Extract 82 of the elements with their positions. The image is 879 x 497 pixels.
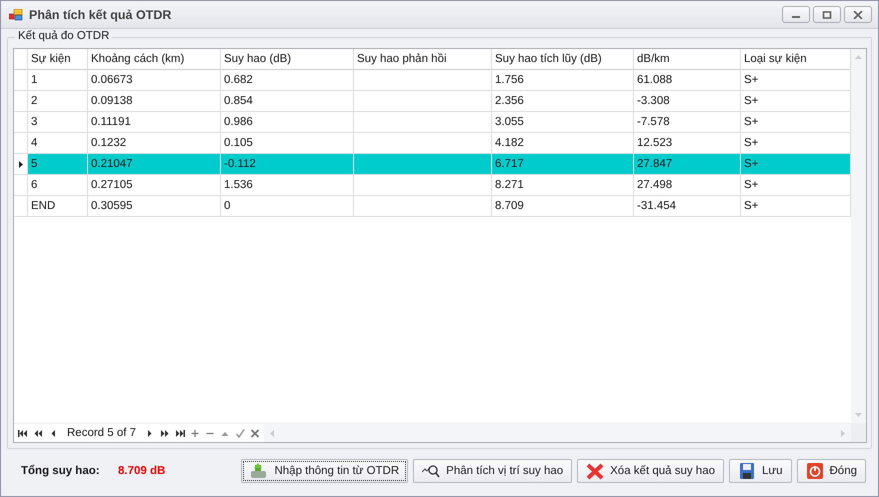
import-button[interactable]: Nhập thông tin từ OTDR <box>241 459 408 483</box>
record-counter: Record 5 of 7 <box>67 427 136 439</box>
table-cell: -0.112 <box>224 158 256 170</box>
save-button[interactable]: Lưu <box>729 459 792 483</box>
table-row[interactable]: END 0.30595 0 8.709 -31.454 S+ <box>14 196 851 217</box>
table-row[interactable]: 6 0.27105 1.536 8.271 27.498 S+ <box>14 175 851 196</box>
check-icon[interactable] <box>235 428 246 438</box>
table-cell: 0.986 <box>224 116 253 128</box>
app-icon <box>9 8 23 20</box>
close-button[interactable]: Đóng <box>796 459 866 483</box>
table-cell: 0.11191 <box>91 116 131 128</box>
column-header[interactable]: Suy hao (dB) <box>221 49 354 70</box>
table-cell: 0.27105 <box>91 179 133 191</box>
table-cell: 3 <box>31 116 38 128</box>
maximize-icon <box>822 10 832 18</box>
table-cell: S+ <box>744 137 758 149</box>
maximize-button[interactable] <box>813 6 841 23</box>
analyze-button[interactable]: Phân tích vị trí suy hao <box>413 459 572 483</box>
table-cell: 61.088 <box>637 74 672 86</box>
table-cell: -3.308 <box>637 95 670 107</box>
table-cell: 0.1232 <box>91 137 126 149</box>
power-icon <box>806 462 824 480</box>
last-record-icon[interactable] <box>175 428 186 438</box>
table-cell: 0.682 <box>224 74 253 86</box>
group-title: Kết quả đo OTDR <box>15 30 112 42</box>
table-cell: 0.105 <box>224 137 253 149</box>
table-row[interactable]: 5 0.21047 -0.112 6.717 27.847 S+ <box>14 154 851 175</box>
window-title: Phân tích kết quả OTDR <box>29 8 172 22</box>
table-cell: 4.182 <box>495 137 524 149</box>
table-cell: 5 <box>31 158 38 170</box>
first-record-icon[interactable] <box>18 428 28 438</box>
table-cell: 27.847 <box>637 158 672 170</box>
column-header[interactable]: Suy hao tích lũy (dB) <box>492 49 634 70</box>
import-icon <box>250 462 268 480</box>
close-icon <box>586 462 604 480</box>
column-header[interactable]: dB/km <box>634 49 741 70</box>
table-cell: S+ <box>744 95 758 107</box>
column-header[interactable]: Suy hao phản hồi <box>354 49 492 70</box>
table-cell: 1.756 <box>495 74 524 86</box>
close-button[interactable] <box>844 6 872 23</box>
table-cell: 2.356 <box>495 95 524 107</box>
table-cell: 2 <box>31 95 38 107</box>
table-cell: S+ <box>744 158 758 170</box>
table-cell: 0 <box>224 200 230 212</box>
table-cell: -7.578 <box>637 116 670 128</box>
table-cell: 0.854 <box>224 95 253 107</box>
table-row[interactable]: 3 0.11191 0.986 3.055 -7.578 S+ <box>14 112 851 133</box>
table-row[interactable]: 1 0.06673 0.682 1.756 61.088 S+ <box>14 70 851 91</box>
table-cell: 0.09138 <box>91 95 133 107</box>
table-cell: END <box>31 200 56 212</box>
table-cell: 1.536 <box>224 179 253 191</box>
table-cell: S+ <box>744 179 758 191</box>
total-loss-label: Tổng suy hao: <box>21 465 101 477</box>
current-row-icon <box>18 160 22 168</box>
table-cell: S+ <box>744 74 758 86</box>
table-row[interactable]: 2 0.09138 0.854 2.356 -3.308 S+ <box>14 91 851 112</box>
minimize-button[interactable] <box>782 6 810 23</box>
table-cell: S+ <box>744 116 758 128</box>
table-cell: 3.055 <box>495 116 524 128</box>
column-header[interactable]: Khoảng cách (km) <box>88 49 221 70</box>
table-cell: 0.21047 <box>91 158 133 170</box>
delete-button[interactable]: Xóa kết quả suy hao <box>577 459 724 483</box>
table-cell: 0.30595 <box>91 200 133 212</box>
column-header[interactable]: Loại sự kiện <box>741 49 851 70</box>
table-cell: 4 <box>31 137 38 149</box>
table-cell: 1 <box>31 74 38 86</box>
close-icon <box>853 10 863 18</box>
next-page-icon[interactable] <box>160 428 170 438</box>
table-cell: S+ <box>744 200 758 212</box>
table-cell: 6.717 <box>495 158 524 170</box>
table-cell: 0.06673 <box>91 74 133 86</box>
table-cell: 12.523 <box>637 137 672 149</box>
total-loss-value: 8.709 dB <box>118 465 166 477</box>
table-cell: 8.709 <box>495 200 524 212</box>
table-cell: 6 <box>31 179 38 191</box>
add-icon[interactable] <box>190 428 200 438</box>
previous-page-icon[interactable] <box>33 428 43 438</box>
column-header[interactable]: Sự kiện <box>28 49 88 70</box>
cancel-icon[interactable] <box>250 428 260 438</box>
table-cell: -31.454 <box>637 200 676 212</box>
table-cell: 8.271 <box>495 179 524 191</box>
table-cell: 27.498 <box>637 179 672 191</box>
